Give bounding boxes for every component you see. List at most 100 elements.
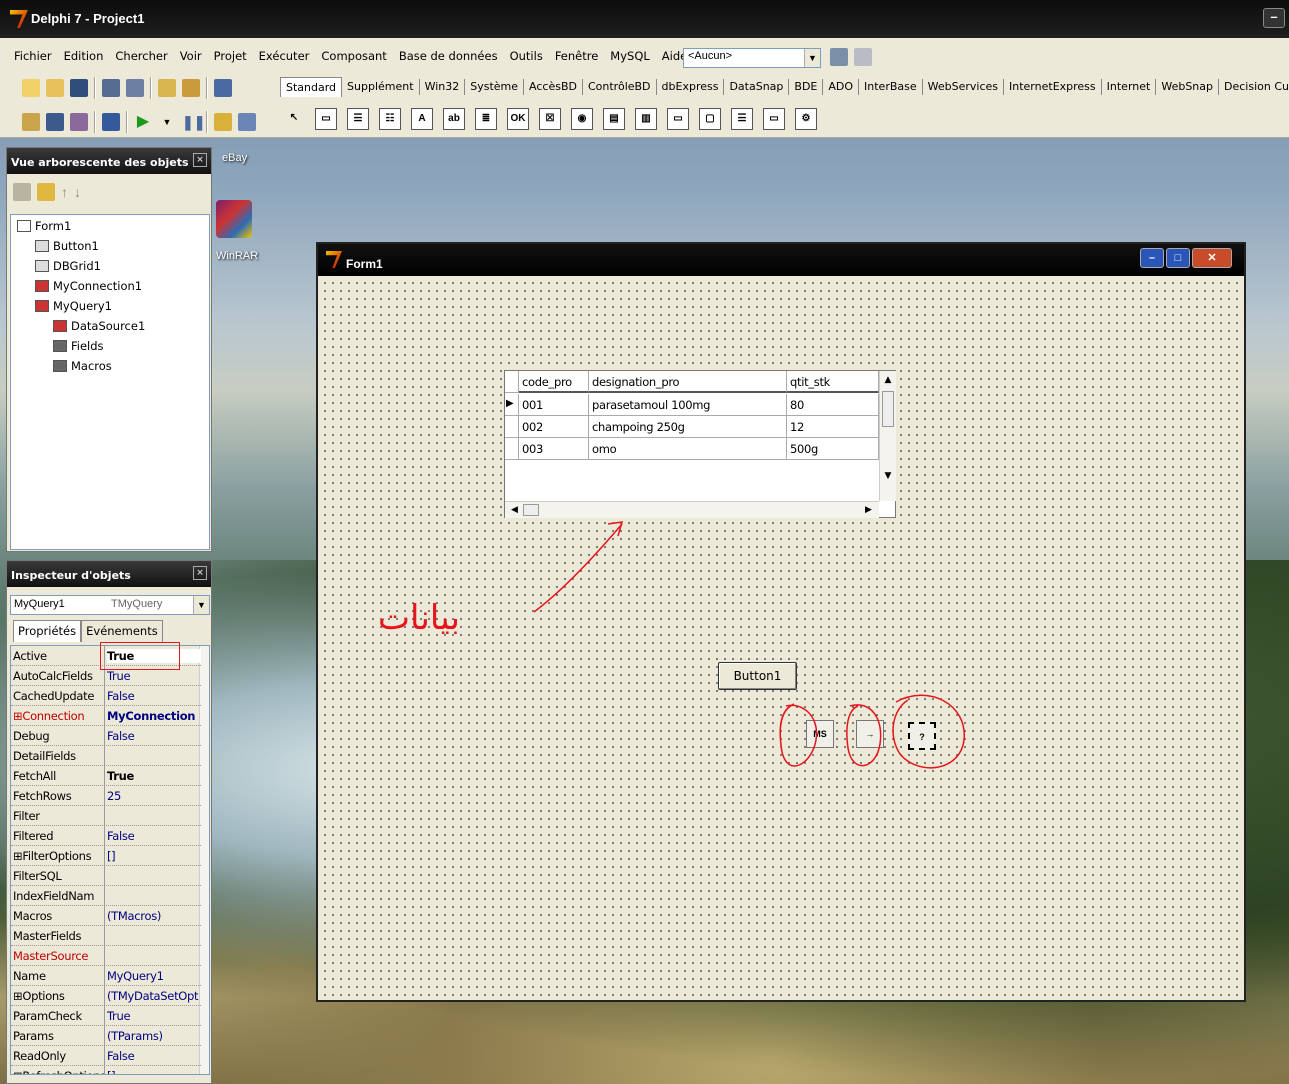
trace-into-icon[interactable] [214, 113, 232, 131]
menu-item[interactable]: Chercher [109, 49, 173, 63]
menu-item[interactable]: Composant [315, 49, 392, 63]
property-row[interactable]: ⊞Options (TMyDataSetOpt [11, 986, 201, 1006]
listbox-icon[interactable]: ▤ [603, 108, 625, 130]
save-desktop-icon[interactable] [830, 48, 848, 66]
palette-tab[interactable]: Decision Cube [1219, 79, 1289, 95]
menu-item[interactable]: Voir [174, 49, 208, 63]
property-row[interactable]: Filtered False [11, 826, 201, 846]
property-value[interactable]: False [107, 829, 201, 843]
mainmenu-icon[interactable]: ☰ [347, 108, 369, 130]
delete-item-icon[interactable] [37, 183, 55, 201]
new-item-icon[interactable] [13, 183, 31, 201]
checkbox-icon[interactable]: ☒ [539, 108, 561, 130]
groupbox-icon[interactable]: ▢ [699, 108, 721, 130]
menu-item[interactable]: Edition [58, 49, 110, 63]
tree-node[interactable]: DataSource1 [53, 319, 145, 333]
arrow-down-icon[interactable]: ↓ [74, 184, 81, 200]
frames-icon[interactable]: ▭ [315, 108, 337, 130]
property-row[interactable]: MasterSource [11, 946, 201, 966]
new-form-icon[interactable] [102, 113, 120, 131]
menu-item[interactable]: MySQL [604, 49, 656, 63]
edit-icon[interactable]: ab [443, 108, 465, 130]
property-row[interactable]: DetailFields [11, 746, 201, 766]
palette-tab[interactable]: BDE [789, 79, 824, 95]
run-icon[interactable]: ▶ [134, 113, 152, 131]
property-row[interactable]: Params (TParams) [11, 1026, 201, 1046]
tree-node[interactable]: Macros [53, 359, 112, 373]
property-row[interactable]: FetchRows 25 [11, 786, 201, 806]
combobox-icon[interactable]: ▥ [635, 108, 657, 130]
close-icon[interactable]: × [193, 153, 207, 167]
property-row[interactable]: ⊞Connection MyConnection [11, 706, 201, 726]
view-form-icon[interactable] [46, 113, 64, 131]
new-icon[interactable] [22, 79, 40, 97]
palette-tab[interactable]: DataSnap [724, 79, 790, 95]
property-value[interactable]: True [107, 669, 201, 683]
palette-tab[interactable]: Standard [280, 77, 343, 97]
property-row[interactable]: CachedUpdate False [11, 686, 201, 706]
property-row[interactable]: ⊞FilterOptions [] [11, 846, 201, 866]
palette-tab[interactable]: Win32 [420, 79, 466, 95]
property-value[interactable]: False [107, 689, 201, 703]
chevron-down-icon[interactable]: ▼ [193, 596, 209, 614]
palette-tab[interactable]: InterBase [859, 79, 923, 95]
desktop-config-combo[interactable]: <Aucun> ▼ [683, 48, 821, 68]
save-icon[interactable] [70, 79, 88, 97]
property-value[interactable]: [] [107, 849, 201, 863]
minimize-button[interactable]: – [1263, 8, 1285, 28]
property-value[interactable]: True [107, 1009, 201, 1023]
menu-item[interactable]: Exécuter [253, 49, 316, 63]
panel-icon[interactable]: ▭ [763, 108, 785, 130]
tree-node[interactable]: Form1 [17, 219, 71, 233]
palette-tab[interactable]: InternetExpress [1004, 79, 1102, 95]
property-value[interactable]: MyConnection [107, 709, 201, 723]
property-value[interactable]: (TMacros) [107, 909, 201, 923]
debug-desktop-icon[interactable] [854, 48, 872, 66]
toggle-form-unit-icon[interactable] [70, 113, 88, 131]
tab-events[interactable]: Evénements [81, 620, 163, 642]
winrar-icon[interactable] [216, 200, 252, 238]
chevron-down-icon[interactable]: ▼ [804, 49, 820, 67]
palette-tab[interactable]: Internet [1102, 79, 1157, 95]
actionlist-icon[interactable]: ⚙ [795, 108, 817, 130]
help-icon[interactable] [214, 79, 232, 97]
close-icon[interactable]: × [193, 566, 207, 580]
menu-item[interactable]: Fichier [8, 49, 58, 63]
property-row[interactable]: ⊞RefreshOptions[] [11, 1066, 201, 1074]
property-value[interactable]: True [107, 769, 201, 783]
menu-item[interactable]: Base de données [393, 49, 504, 63]
palette-tab[interactable]: Système [465, 79, 525, 95]
palette-tab[interactable]: WebServices [923, 79, 1005, 95]
palette-tab[interactable]: ADO [823, 79, 860, 95]
view-unit-icon[interactable] [22, 113, 40, 131]
palette-tab[interactable]: WebSnap [1156, 79, 1220, 95]
pause-icon[interactable]: ❚❚ [182, 113, 205, 131]
property-value[interactable]: False [107, 729, 201, 743]
open-project-icon[interactable] [126, 79, 144, 97]
property-row[interactable]: Debug False [11, 726, 201, 746]
step-over-icon[interactable] [238, 113, 256, 131]
run-dropdown-icon[interactable]: ▼ [158, 113, 176, 131]
remove-file-icon[interactable] [182, 79, 200, 97]
menu-item[interactable]: Outils [504, 49, 549, 63]
save-all-icon[interactable] [102, 79, 120, 97]
property-row[interactable]: FetchAll True [11, 766, 201, 786]
radiobutton-icon[interactable]: ◉ [571, 108, 593, 130]
property-value[interactable]: MyQuery1 [107, 969, 201, 983]
property-row[interactable]: Macros (TMacros) [11, 906, 201, 926]
tree-node[interactable]: DBGrid1 [35, 259, 101, 273]
button-icon[interactable]: OK [507, 108, 529, 130]
pointer-icon[interactable]: ↖ [283, 108, 305, 130]
property-value[interactable]: 25 [107, 789, 201, 803]
label-icon[interactable]: A [411, 108, 433, 130]
add-file-icon[interactable] [158, 79, 176, 97]
menu-item[interactable]: Projet [208, 49, 253, 63]
palette-tab[interactable]: AccèsBD [524, 79, 583, 95]
palette-tab[interactable]: dbExpress [657, 79, 725, 95]
property-row[interactable]: Filter [11, 806, 201, 826]
property-value[interactable]: (TMyDataSetOpt [107, 989, 201, 1003]
palette-tab[interactable]: Supplément [342, 79, 420, 95]
open-icon[interactable] [46, 79, 64, 97]
radiogroup-icon[interactable]: ☰ [731, 108, 753, 130]
arrow-up-icon[interactable]: ↑ [61, 184, 68, 200]
